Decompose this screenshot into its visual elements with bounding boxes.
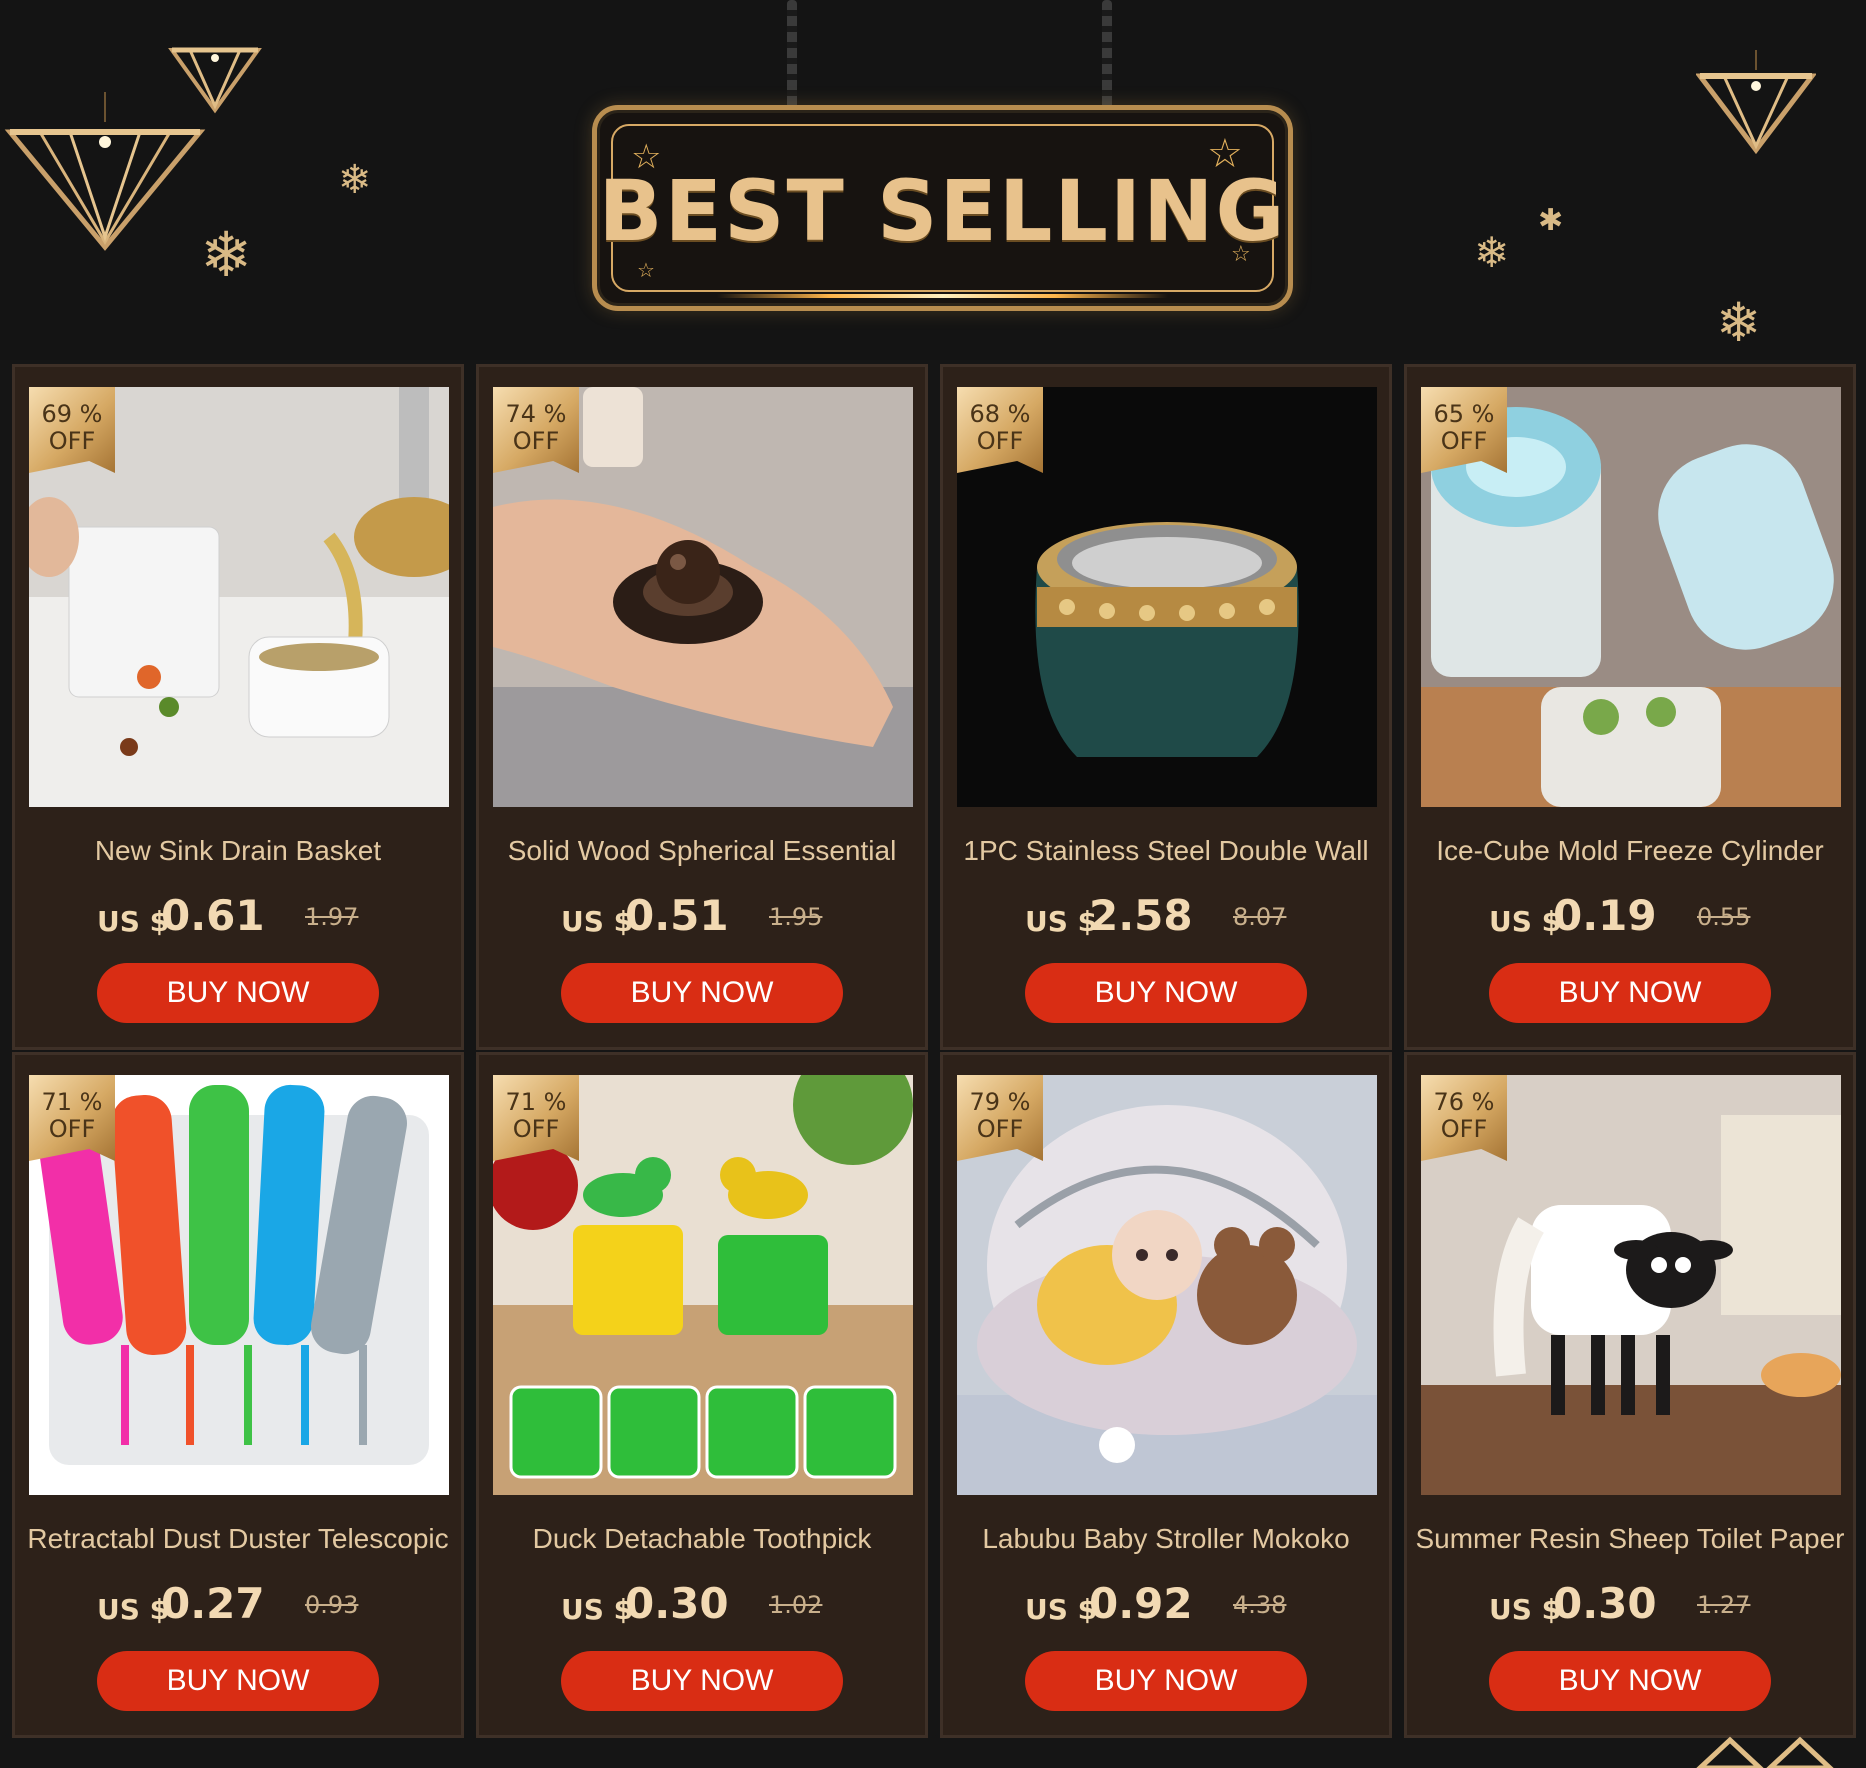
product-title[interactable]: Duck Detachable Toothpick bbox=[479, 1523, 925, 1555]
discount-percent: 69 % bbox=[41, 400, 103, 428]
discount-off-label: OFF bbox=[976, 427, 1024, 455]
discount-percent: 79 % bbox=[969, 1088, 1031, 1116]
star-icon: ☆ bbox=[637, 258, 655, 282]
lantern-icon bbox=[1696, 50, 1816, 154]
discount-percent: 74 % bbox=[505, 400, 567, 428]
buy-now-button[interactable]: BUY NOW bbox=[97, 963, 379, 1023]
product-card[interactable]: 65 % OFF Ice-Cube Mold Freeze Cylinder U… bbox=[1404, 364, 1856, 1050]
decorative-ornament-icon bbox=[1690, 1736, 1840, 1768]
product-title[interactable]: Summer Resin Sheep Toilet Paper bbox=[1407, 1523, 1853, 1555]
discount-percent: 76 % bbox=[1433, 1088, 1495, 1116]
product-card[interactable]: 71 % OFF Retractabl Dust Duster Telescop… bbox=[12, 1052, 464, 1738]
buy-now-button[interactable]: BUY NOW bbox=[1489, 963, 1771, 1023]
snowflake-icon: ❄ bbox=[200, 218, 252, 291]
product-card[interactable]: 68 % OFF 1PC Stainless Steel Double Wall… bbox=[940, 364, 1392, 1050]
original-price: 8.07 bbox=[1233, 903, 1287, 931]
buy-now-button[interactable]: BUY NOW bbox=[561, 963, 843, 1023]
discount-badge: 69 % OFF bbox=[29, 387, 115, 473]
lantern-icon bbox=[168, 30, 262, 114]
product-title[interactable]: Solid Wood Spherical Essential bbox=[479, 835, 925, 867]
sale-price: 0.30 bbox=[1553, 1579, 1657, 1628]
currency-label: US $ bbox=[97, 1593, 170, 1626]
original-price: 1.97 bbox=[305, 903, 359, 931]
sale-price: 0.30 bbox=[625, 1579, 729, 1628]
product-title[interactable]: Retractabl Dust Duster Telescopic bbox=[15, 1523, 461, 1555]
currency-label: US $ bbox=[1489, 1593, 1562, 1626]
currency-label: US $ bbox=[1025, 905, 1098, 938]
page-title: BEST SELLING bbox=[598, 162, 1287, 260]
snowflake-icon: ❄ bbox=[1716, 291, 1762, 354]
snowflake-icon: ✱ bbox=[1538, 203, 1564, 238]
original-price: 0.55 bbox=[1697, 903, 1751, 931]
discount-off-label: OFF bbox=[1440, 1115, 1488, 1143]
currency-label: US $ bbox=[1489, 905, 1562, 938]
discount-off-label: OFF bbox=[512, 427, 560, 455]
price-row: US $ 0.30 1.27 bbox=[1407, 1579, 1853, 1629]
price-row: US $ 0.61 1.97 bbox=[15, 891, 461, 941]
product-card[interactable]: 79 % OFF Labubu Baby Stroller Mokoko US … bbox=[940, 1052, 1392, 1738]
discount-percent: 68 % bbox=[969, 400, 1031, 428]
discount-badge: 74 % OFF bbox=[493, 387, 579, 473]
original-price: 1.02 bbox=[769, 1591, 823, 1619]
discount-off-label: OFF bbox=[1440, 427, 1488, 455]
buy-now-button[interactable]: BUY NOW bbox=[1025, 963, 1307, 1023]
sale-price: 0.27 bbox=[161, 1579, 265, 1628]
discount-badge: 76 % OFF bbox=[1421, 1075, 1507, 1161]
discount-off-label: OFF bbox=[48, 1115, 96, 1143]
sale-price: 2.58 bbox=[1089, 891, 1193, 940]
sale-price: 0.19 bbox=[1553, 891, 1657, 940]
product-title[interactable]: 1PC Stainless Steel Double Wall bbox=[943, 835, 1389, 867]
product-title[interactable]: Ice-Cube Mold Freeze Cylinder bbox=[1407, 835, 1853, 867]
discount-badge: 71 % OFF bbox=[493, 1075, 579, 1161]
product-card[interactable]: 69 % OFF New Sink Drain Basket US $ 0.61… bbox=[12, 364, 464, 1050]
product-card[interactable]: 71 % OFF Duck Detachable Toothpick US $ … bbox=[476, 1052, 928, 1738]
sign-glow bbox=[717, 294, 1168, 298]
buy-now-button[interactable]: BUY NOW bbox=[561, 1651, 843, 1711]
buy-now-button[interactable]: BUY NOW bbox=[97, 1651, 379, 1711]
product-card[interactable]: 76 % OFF Summer Resin Sheep Toilet Paper… bbox=[1404, 1052, 1856, 1738]
product-title[interactable]: New Sink Drain Basket bbox=[15, 835, 461, 867]
chain-right bbox=[1102, 0, 1112, 110]
sale-price: 0.92 bbox=[1089, 1579, 1193, 1628]
discount-badge: 65 % OFF bbox=[1421, 387, 1507, 473]
sale-price: 0.61 bbox=[161, 891, 265, 940]
promo-page: ❄ ❄ ❄ ✱ ❄ ☆ ☆ ☆ ☆ BEST SELLING 69 % OFF … bbox=[0, 0, 1866, 1768]
currency-label: US $ bbox=[97, 905, 170, 938]
original-price: 0.93 bbox=[305, 1591, 359, 1619]
price-row: US $ 0.19 0.55 bbox=[1407, 891, 1853, 941]
banner-header: ❄ ❄ ❄ ✱ ❄ ☆ ☆ ☆ ☆ BEST SELLING bbox=[0, 0, 1866, 360]
snowflake-icon: ❄ bbox=[1474, 228, 1510, 277]
discount-percent: 71 % bbox=[41, 1088, 103, 1116]
discount-off-label: OFF bbox=[976, 1115, 1024, 1143]
price-row: US $ 0.92 4.38 bbox=[943, 1579, 1389, 1629]
currency-label: US $ bbox=[561, 1593, 634, 1626]
discount-off-label: OFF bbox=[48, 427, 96, 455]
discount-badge: 71 % OFF bbox=[29, 1075, 115, 1161]
discount-percent: 65 % bbox=[1433, 400, 1495, 428]
currency-label: US $ bbox=[561, 905, 634, 938]
buy-now-button[interactable]: BUY NOW bbox=[1025, 1651, 1307, 1711]
original-price: 1.95 bbox=[769, 903, 823, 931]
price-row: US $ 2.58 8.07 bbox=[943, 891, 1389, 941]
discount-badge: 79 % OFF bbox=[957, 1075, 1043, 1161]
best-selling-sign: ☆ ☆ ☆ ☆ BEST SELLING bbox=[592, 105, 1293, 311]
original-price: 1.27 bbox=[1697, 1591, 1751, 1619]
buy-now-button[interactable]: BUY NOW bbox=[1489, 1651, 1771, 1711]
discount-badge: 68 % OFF bbox=[957, 387, 1043, 473]
discount-off-label: OFF bbox=[512, 1115, 560, 1143]
price-row: US $ 0.30 1.02 bbox=[479, 1579, 925, 1629]
chain-left bbox=[787, 0, 797, 110]
lantern-icon bbox=[0, 92, 210, 252]
discount-percent: 71 % bbox=[505, 1088, 567, 1116]
price-row: US $ 0.27 0.93 bbox=[15, 1579, 461, 1629]
sale-price: 0.51 bbox=[625, 891, 729, 940]
snowflake-icon: ❄ bbox=[338, 157, 372, 203]
product-title[interactable]: Labubu Baby Stroller Mokoko bbox=[943, 1523, 1389, 1555]
original-price: 4.38 bbox=[1233, 1591, 1287, 1619]
product-card[interactable]: 74 % OFF Solid Wood Spherical Essential … bbox=[476, 364, 928, 1050]
currency-label: US $ bbox=[1025, 1593, 1098, 1626]
price-row: US $ 0.51 1.95 bbox=[479, 891, 925, 941]
